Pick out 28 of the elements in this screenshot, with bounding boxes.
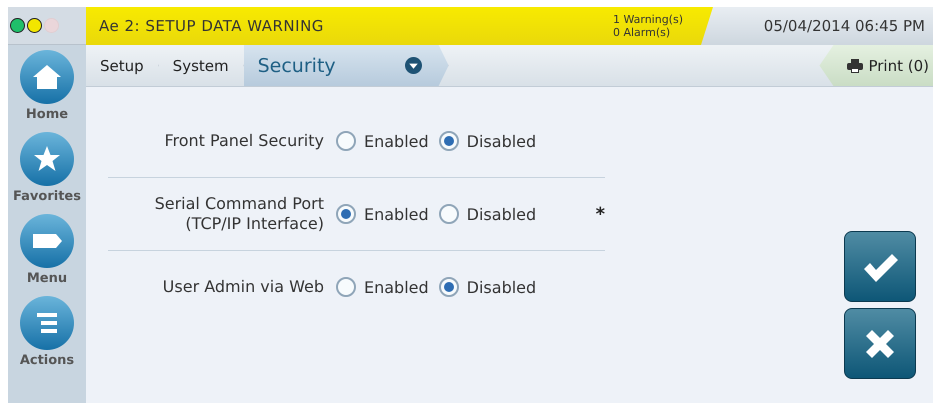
alarm-count: 0 Alarm(s) <box>612 26 672 39</box>
setting-label: User Admin via Web <box>162 277 324 297</box>
setting-label: Serial Command Port (TCP/IP Interface) <box>154 194 324 234</box>
breadcrumb-tab[interactable]: Security <box>244 45 449 86</box>
tag-icon <box>19 213 75 269</box>
warning-count: 1 Warning(s) <box>612 13 683 26</box>
confirm-button[interactable] <box>844 231 916 302</box>
alarm-title: Ae 2: SETUP DATA WARNING <box>99 17 324 35</box>
note-mark: * <box>596 204 605 224</box>
dropdown-icon[interactable] <box>404 57 422 74</box>
sidebar-item[interactable]: Menu <box>19 213 75 286</box>
radio-option[interactable]: Disabled <box>438 131 536 151</box>
radio-option[interactable]: Enabled <box>336 277 429 297</box>
print-button[interactable]: Print (0) <box>819 45 933 86</box>
sidebar-item[interactable]: Favorites <box>13 131 81 204</box>
alarm-bar[interactable]: Ae 2: SETUP DATA WARNING 1 Warning(s) 0 Alarm(s) <box>86 7 713 45</box>
list-icon <box>19 295 75 351</box>
date-time: 05/04/2014 06:45 PM <box>701 7 933 45</box>
cancel-button[interactable] <box>844 308 916 379</box>
radio-option[interactable]: Disabled <box>438 204 536 224</box>
radio-option[interactable]: Disabled <box>438 277 536 297</box>
radio-option[interactable]: Enabled <box>336 204 429 224</box>
home-icon <box>19 49 75 105</box>
setting-label: Front Panel Security <box>163 131 324 151</box>
printer-icon <box>847 58 864 72</box>
sidebar-item[interactable]: Home <box>19 49 75 122</box>
sidebar-item[interactable]: Actions <box>19 295 75 368</box>
radio-option[interactable]: Enabled <box>336 131 429 151</box>
